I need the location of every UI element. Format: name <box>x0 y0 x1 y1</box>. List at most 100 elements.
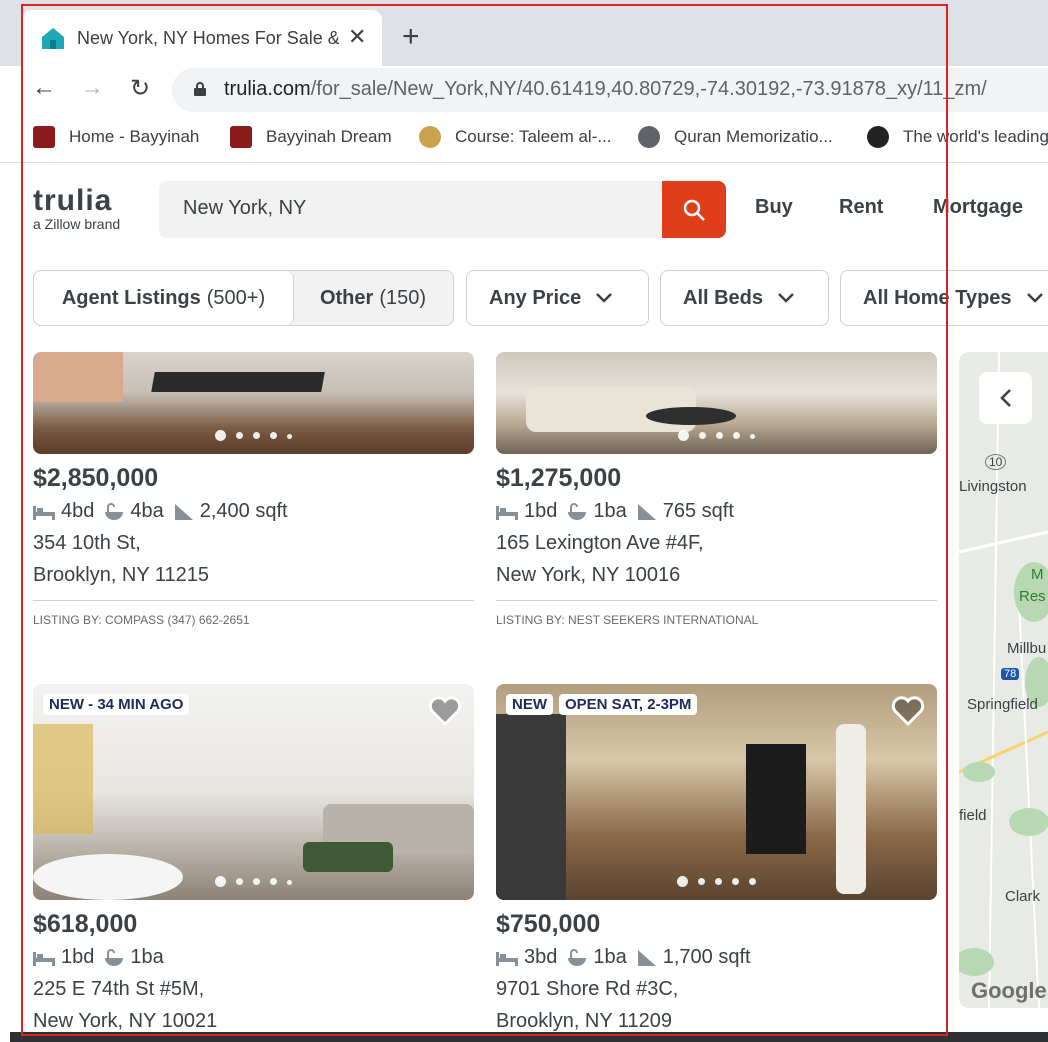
listing-price: $750,000 <box>496 910 601 938</box>
bookmark-label: Home - Bayyinah <box>69 127 200 146</box>
carousel-dot[interactable] <box>253 878 260 885</box>
photo-carousel-dots[interactable] <box>496 426 937 444</box>
listing-badges: NEW - 34 MIN AGO <box>43 694 190 715</box>
listing-city[interactable]: Brooklyn, NY 11209 <box>496 1010 672 1032</box>
taskbar <box>10 1032 1048 1042</box>
new-tab-icon[interactable]: + <box>402 22 420 52</box>
carousel-dot[interactable] <box>716 432 723 439</box>
listing-photo[interactable] <box>33 352 474 454</box>
bookmark-home-bayyinah[interactable]: Home - Bayyinah <box>33 124 199 150</box>
map-label-clark: Clark <box>1005 888 1041 905</box>
carousel-dot[interactable] <box>698 878 705 885</box>
carousel-dot[interactable] <box>732 878 739 885</box>
google-logo: Google <box>971 978 1047 1003</box>
bayyinah-icon <box>230 126 252 148</box>
carousel-dot[interactable] <box>236 432 243 439</box>
carousel-dot[interactable] <box>270 432 277 439</box>
beds-value: 3bd <box>524 946 558 968</box>
sqft-fact: 765 sqft <box>637 500 734 523</box>
bookmark-quran[interactable]: Quran Memorizatio... <box>638 124 833 150</box>
listing-photo[interactable] <box>496 352 937 454</box>
search-button[interactable] <box>662 181 726 238</box>
listing-street[interactable]: 9701 Shore Rd #3C, <box>496 978 678 1001</box>
photo-carousel-dots[interactable] <box>33 872 474 890</box>
map-collapse-button[interactable] <box>979 372 1032 424</box>
bath-icon <box>568 502 587 520</box>
forward-icon[interactable]: → <box>76 74 108 102</box>
browser-tab[interactable]: New York, NY Homes For Sale & Real Estat… <box>22 10 382 66</box>
tab-close-icon[interactable]: ✕ <box>348 24 366 50</box>
search-input[interactable]: New York, NY <box>183 197 306 220</box>
carousel-dot[interactable] <box>678 430 689 441</box>
logo-wordmark: trulia <box>33 184 113 217</box>
listing-photo[interactable]: NEW - 34 MIN AGO <box>33 684 474 900</box>
carousel-dot[interactable] <box>287 434 292 439</box>
nav-buy[interactable]: Buy <box>755 196 793 219</box>
address-bar[interactable]: trulia.com/for_sale/New_York,NY/40.61419… <box>172 68 1048 112</box>
carousel-dot[interactable] <box>236 878 243 885</box>
carousel-dot[interactable] <box>715 878 722 885</box>
photo-carousel-dots[interactable] <box>33 426 474 444</box>
nav-mortgage[interactable]: Mortgage <box>933 196 1023 219</box>
artwork-shape <box>33 352 123 402</box>
listing-city[interactable]: Brooklyn, NY 11215 <box>33 564 209 587</box>
bayyinah-icon <box>33 126 55 148</box>
location-search[interactable]: New York, NY <box>159 181 726 238</box>
listing-divider <box>496 600 937 601</box>
beds-fact: 4bd <box>33 500 94 523</box>
listing-city[interactable]: New York, NY 10016 <box>496 564 680 587</box>
beds-fact: 1bd <box>33 946 94 969</box>
photo-carousel-dots[interactable] <box>496 872 937 890</box>
beds-value: 1bd <box>524 500 558 522</box>
bookmark-label: Quran Memorizatio... <box>674 127 833 146</box>
carousel-dot[interactable] <box>253 432 260 439</box>
listing-badges: NEW OPEN SAT, 2-3PM <box>506 694 698 715</box>
trulia-logo[interactable]: trulia a Zillow brand <box>33 184 120 233</box>
carousel-dot[interactable] <box>733 432 740 439</box>
price-filter[interactable]: Any Price <box>466 270 649 326</box>
bookmark-bayyinah-dream[interactable]: Bayyinah Dream <box>230 124 392 150</box>
bookmark-label: The world's leading <box>903 127 1048 146</box>
carousel-dot[interactable] <box>749 878 756 885</box>
listing-photo[interactable]: NEW OPEN SAT, 2-3PM <box>496 684 937 900</box>
home-types-filter-label: All Home Types <box>863 286 1012 309</box>
beds-filter[interactable]: All Beds <box>660 270 829 326</box>
search-icon <box>683 199 705 221</box>
bookmark-label: Bayyinah Dream <box>266 127 392 146</box>
home-types-filter[interactable]: All Home Types <box>840 270 1048 326</box>
interstate-shield: 78 <box>1001 668 1020 680</box>
bookmark-course[interactable]: Course: Taleem al-... <box>419 124 612 150</box>
bed-icon <box>33 505 55 520</box>
carousel-dot[interactable] <box>750 434 755 439</box>
browser-toolbar: ← → ↻ trulia.com/for_sale/New_York,NY/40… <box>0 66 1048 114</box>
chevron-down-icon <box>1026 293 1043 303</box>
bookmark-github[interactable]: The world's leading <box>867 124 1048 150</box>
carousel-dot[interactable] <box>215 430 226 441</box>
reload-icon[interactable]: ↻ <box>124 74 156 103</box>
back-icon[interactable]: ← <box>28 74 60 102</box>
agent-listings-label: Agent Listings <box>61 286 201 309</box>
price-filter-label: Any Price <box>489 286 582 309</box>
sqft-value: 765 sqft <box>662 500 734 522</box>
listing-street[interactable]: 165 Lexington Ave #4F, <box>496 532 704 555</box>
listing-street[interactable]: 354 10th St, <box>33 532 141 555</box>
agent-listings-tab[interactable]: Agent Listings (500+) <box>34 271 294 325</box>
listing-results: $2,850,000 4bd 4ba 2,400 sqft 354 10th S… <box>0 352 950 1032</box>
listing-type-toggle: Agent Listings (500+) Other (150) <box>33 270 454 326</box>
nav-rent[interactable]: Rent <box>839 196 883 219</box>
globe-icon <box>638 126 660 148</box>
carousel-dot[interactable] <box>215 876 226 887</box>
other-listings-tab[interactable]: Other (150) <box>293 271 453 325</box>
heart-icon[interactable] <box>891 696 925 726</box>
listing-agent: LISTING BY: COMPASS (347) 662-2651 <box>33 613 250 627</box>
heart-icon[interactable] <box>428 696 462 726</box>
listing-city[interactable]: New York, NY 10021 <box>33 1010 217 1032</box>
sqft-fact: 1,700 sqft <box>637 946 751 969</box>
map-panel[interactable]: 10 Livingston M Res Millbu 78 Springfiel… <box>959 352 1048 1008</box>
carousel-dot[interactable] <box>287 880 292 885</box>
carousel-dot[interactable] <box>677 876 688 887</box>
carousel-dot[interactable] <box>270 878 277 885</box>
carousel-dot[interactable] <box>699 432 706 439</box>
url-path: /for_sale/New_York,NY/40.61419,40.80729,… <box>310 78 987 100</box>
listing-street[interactable]: 225 E 74th St #5M, <box>33 978 204 1001</box>
